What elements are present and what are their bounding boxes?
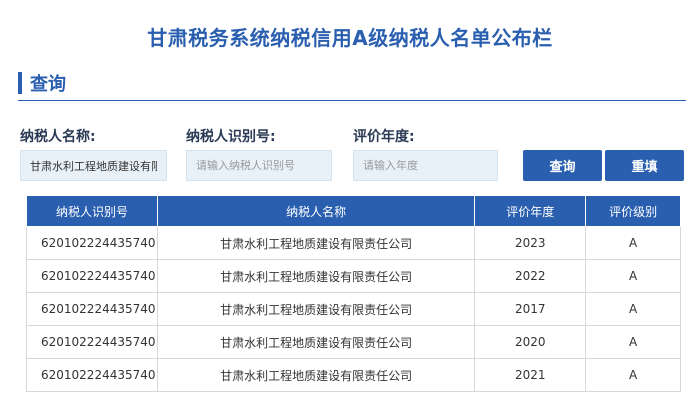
taxpayer-name-label: 纳税人名称: — [20, 129, 96, 145]
cell-taxpayer-name: 甘肃水利工程地质建设有限责任公司 — [156, 259, 476, 293]
cell-evaluation-level: A — [585, 259, 681, 293]
reset-button[interactable]: 重填 — [605, 150, 684, 181]
section-accent-bar — [18, 72, 22, 94]
cell-evaluation-year: 2017 — [474, 292, 587, 326]
cell-evaluation-level: A — [585, 292, 681, 326]
column-header-evaluation-level: 评价级别 — [585, 195, 681, 227]
cell-taxpayer-name: 甘肃水利工程地质建设有限责任公司 — [156, 292, 476, 326]
cell-taxpayer-id: 620102224435740 — [26, 325, 158, 359]
section-title: 查询 — [30, 74, 66, 95]
column-header-evaluation-year: 评价年度 — [474, 195, 587, 227]
cell-evaluation-year: 2021 — [474, 358, 587, 392]
evaluation-year-label: 评价年度: — [353, 129, 415, 145]
table-header-row: 纳税人识别号 纳税人名称 评价年度 评价级别 — [26, 195, 681, 227]
section-header: 查询 — [18, 70, 66, 96]
table-row: 620102224435740 甘肃水利工程地质建设有限责任公司 2017 A — [26, 292, 681, 326]
column-header-taxpayer-id: 纳税人识别号 — [26, 195, 158, 227]
section-divider — [18, 100, 686, 101]
table-row: 620102224435740 甘肃水利工程地质建设有限责任公司 2022 A — [26, 259, 681, 293]
cell-evaluation-level: A — [585, 358, 681, 392]
cell-taxpayer-id: 620102224435740 — [26, 226, 158, 260]
table-row: 620102224435740 甘肃水利工程地质建设有限责任公司 2023 A — [26, 226, 681, 260]
cell-taxpayer-name: 甘肃水利工程地质建设有限责任公司 — [156, 226, 476, 260]
table-row: 620102224435740 甘肃水利工程地质建设有限责任公司 2020 A — [26, 325, 681, 359]
cell-taxpayer-id: 620102224435740 — [26, 358, 158, 392]
cell-evaluation-level: A — [585, 325, 681, 359]
cell-taxpayer-id: 620102224435740 — [26, 259, 158, 293]
cell-evaluation-year: 2022 — [474, 259, 587, 293]
table-row: 620102224435740 甘肃水利工程地质建设有限责任公司 2021 A — [26, 358, 681, 392]
page-title: 甘肃税务系统纳税信用A级纳税人名单公布栏 — [147, 26, 553, 50]
cell-evaluation-level: A — [585, 226, 681, 260]
cell-taxpayer-name: 甘肃水利工程地质建设有限责任公司 — [156, 358, 476, 392]
column-header-taxpayer-name: 纳税人名称 — [156, 195, 476, 227]
taxpayer-name-input[interactable] — [20, 150, 167, 181]
taxpayer-id-input[interactable] — [186, 150, 332, 181]
taxpayer-id-label: 纳税人识别号: — [186, 129, 276, 145]
evaluation-year-input[interactable] — [353, 150, 498, 181]
cell-evaluation-year: 2020 — [474, 325, 587, 359]
result-table: 纳税人识别号 纳税人名称 评价年度 评价级别 620102224435740 甘… — [26, 195, 681, 392]
cell-evaluation-year: 2023 — [474, 226, 587, 260]
cell-taxpayer-id: 620102224435740 — [26, 292, 158, 326]
query-button[interactable]: 查询 — [523, 150, 602, 181]
cell-taxpayer-name: 甘肃水利工程地质建设有限责任公司 — [156, 325, 476, 359]
